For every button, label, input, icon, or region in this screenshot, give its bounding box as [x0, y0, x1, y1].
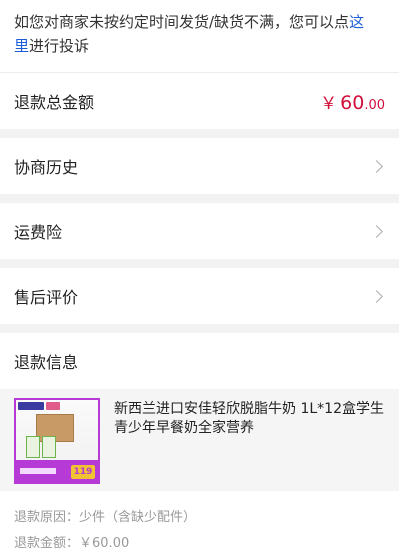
- section-gap: [0, 324, 399, 333]
- amount-decimal: .00: [364, 97, 385, 113]
- refund-total-row: 退款总金额 ￥ 60 .00: [0, 73, 399, 129]
- thumb-promo-tag: [46, 402, 60, 410]
- refund-reason-label: 退款原因：: [14, 510, 80, 525]
- thumb-brand-tag: [18, 402, 44, 410]
- section-gap: [0, 194, 399, 203]
- chevron-right-icon: [370, 224, 383, 238]
- thumb-price-badge: 119: [71, 465, 95, 479]
- refund-amount-value: ￥60.00: [79, 536, 130, 550]
- complaint-link-cont[interactable]: 里: [14, 37, 29, 55]
- amount-integer: 60: [340, 91, 365, 114]
- currency-symbol: ￥: [320, 93, 338, 114]
- complaint-link[interactable]: 这: [349, 13, 364, 31]
- thumb-promo-strip: [20, 468, 56, 474]
- menu-item-label: 协商历史: [14, 158, 79, 177]
- product-card[interactable]: 119 新西兰进口安佳轻欣脱脂牛奶 1L*12盒学生青少年早餐奶全家营养: [0, 389, 399, 491]
- product-thumbnail[interactable]: 119: [14, 398, 100, 484]
- menu-item-label: 运费险: [14, 223, 63, 242]
- refund-total-amount: ￥ 60 .00: [320, 89, 385, 114]
- chevron-right-icon: [370, 159, 383, 173]
- product-title: 新西兰进口安佳轻欣脱脂牛奶 1L*12盒学生青少年早餐奶全家营养: [114, 401, 384, 436]
- menu-item-aftersale-review[interactable]: 售后评价: [0, 268, 399, 324]
- refund-reason-line: 退款原因：少件（含缺少配件）: [14, 505, 385, 531]
- notice-text: 如您对商家未按约定时间发货/缺货不满，您可以点: [14, 13, 350, 31]
- menu-item-shipping-insurance[interactable]: 运费险: [0, 203, 399, 259]
- notice-suffix: 进行投诉: [29, 37, 90, 55]
- thumb-milk-box: [42, 436, 56, 458]
- refund-detail-page: 如您对商家未按约定时间发货/缺货不满，您可以点这里进行投诉 退款总金额 ￥ 60…: [0, 0, 399, 550]
- refund-amount-line: 退款金额：￥60.00: [14, 531, 385, 550]
- refund-amount-label: 退款金额：: [14, 536, 80, 550]
- menu-item-negotiation-history[interactable]: 协商历史: [0, 138, 399, 194]
- refund-reason-value: 少件（含缺少配件）: [79, 510, 197, 525]
- refund-info-title: 退款信息: [14, 353, 79, 372]
- refund-total-label: 退款总金额: [14, 93, 95, 112]
- refund-info-section: 退款信息 119 新西兰进口安佳轻欣脱脂牛奶 1L*12盒学生青少年早餐奶全家营…: [0, 333, 399, 550]
- complaint-notice: 如您对商家未按约定时间发货/缺货不满，您可以点这里进行投诉: [0, 0, 399, 72]
- refund-details: 退款原因：少件（含缺少配件） 退款金额：￥60.00: [0, 491, 399, 550]
- menu-item-label: 售后评价: [14, 288, 79, 307]
- section-gap: [0, 129, 399, 138]
- section-gap: [0, 259, 399, 268]
- thumb-milk-box: [26, 436, 40, 458]
- chevron-right-icon: [370, 289, 383, 303]
